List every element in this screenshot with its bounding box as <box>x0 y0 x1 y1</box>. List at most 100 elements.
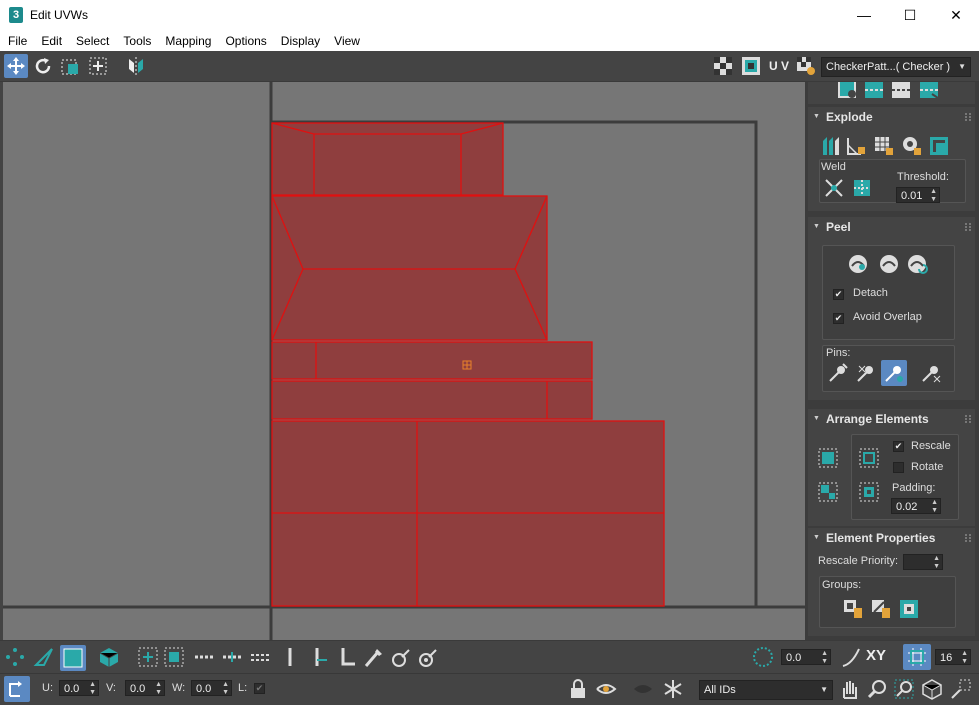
uv-viewport[interactable] <box>3 82 805 640</box>
select-group-icon[interactable] <box>898 598 920 620</box>
break-by-angle-icon[interactable] <box>845 135 867 157</box>
explode-title[interactable]: Explode <box>808 107 975 127</box>
xy-axis-button[interactable]: XY <box>866 647 886 664</box>
pan-hand-icon[interactable] <box>838 678 860 700</box>
reset-peel-icon[interactable] <box>906 253 928 275</box>
vertex-select-icon[interactable] <box>4 646 26 668</box>
texture-map-dropdown[interactable]: CheckerPatt...( Checker ) ▼ <box>821 57 971 77</box>
zoom-to-gizmo-icon[interactable] <box>950 678 972 700</box>
loop-shrink-icon[interactable] <box>249 646 271 668</box>
minimize-button[interactable]: — <box>841 0 887 30</box>
pack-uniform-icon[interactable] <box>858 481 880 503</box>
uv-axis-button[interactable]: U V <box>766 54 792 78</box>
drag-handle-icon[interactable] <box>965 415 971 423</box>
ring-shrink-icon[interactable] <box>336 646 358 668</box>
soft-selection-falloff-icon[interactable] <box>840 646 862 668</box>
padding-spinner[interactable]: 0.02 ▲ ▼ <box>891 498 941 514</box>
pack-normalize-icon[interactable] <box>817 447 839 469</box>
show-map-button[interactable] <box>739 54 763 78</box>
uv-shell-strip-1[interactable] <box>271 341 593 380</box>
uv-shell-trapezoid[interactable] <box>271 195 548 341</box>
break-by-polygroups-icon[interactable] <box>819 135 841 157</box>
show-hidden-icon[interactable] <box>595 678 617 700</box>
u-spinner[interactable]: 0.0 ▲ ▼ <box>59 680 99 696</box>
rotation-spinner[interactable]: 0.0 ▲ ▼ <box>781 649 831 665</box>
w-spinner[interactable]: 0.0 ▲ ▼ <box>191 680 232 696</box>
rescale-checkbox[interactable]: ✔ <box>893 441 904 452</box>
spinner-arrows-icon[interactable]: ▲ ▼ <box>821 650 828 666</box>
paint-grow-icon[interactable] <box>390 646 412 668</box>
snap-grid-button[interactable] <box>903 644 931 670</box>
arrange-title[interactable]: Arrange Elements <box>808 409 975 429</box>
grow-selection-icon[interactable] <box>137 646 159 668</box>
pack-together-icon[interactable] <box>817 481 839 503</box>
menu-file[interactable]: File <box>2 34 33 48</box>
spinner-arrows-icon[interactable]: ▲ ▼ <box>89 681 96 697</box>
zoom-extents-icon[interactable] <box>921 678 943 700</box>
pin-selected-icon[interactable] <box>855 362 877 384</box>
avoid-overlap-checkbox[interactable]: ✔ <box>833 313 844 324</box>
paint-select-icon[interactable] <box>362 646 384 668</box>
peel-title[interactable]: Peel <box>808 217 975 237</box>
rotation-dial-icon[interactable] <box>752 646 774 668</box>
freeform-tool-button[interactable] <box>58 54 82 78</box>
element-select-icon[interactable] <box>98 646 120 668</box>
menu-view[interactable]: View <box>328 34 366 48</box>
group-selected-icon[interactable] <box>842 598 864 620</box>
peel-mode-icon[interactable] <box>878 253 900 275</box>
shrink-selection-icon[interactable] <box>163 646 185 668</box>
unpin-icon[interactable] <box>920 362 942 384</box>
quick-peel-icon[interactable] <box>847 253 869 275</box>
loop-grow-icon[interactable] <box>221 646 243 668</box>
spherical-map-icon[interactable] <box>918 82 940 100</box>
drag-handle-icon[interactable] <box>965 223 971 231</box>
cylindrical-map-icon[interactable] <box>890 82 912 100</box>
grid-count-spinner[interactable]: 16 ▲ ▼ <box>935 649 971 665</box>
planar-map-icon[interactable] <box>863 82 885 100</box>
zoom-icon[interactable] <box>866 678 888 700</box>
checker-toggle-button[interactable] <box>711 54 735 78</box>
weld-selected-icon[interactable] <box>823 177 845 199</box>
rescale-priority-spinner[interactable]: ▲ ▼ <box>903 554 943 570</box>
command-panel[interactable]: Explode Weld Threshold: 0.01 ▲▼ Peel ✔ D… <box>805 82 979 640</box>
lock-uniform-checkbox[interactable]: ✔ <box>254 683 265 694</box>
scale-tool-button[interactable] <box>86 54 110 78</box>
spinner-arrows-icon[interactable]: ▲ ▼ <box>933 555 940 571</box>
uv-canvas[interactable] <box>3 82 805 640</box>
spinner-arrows-icon[interactable]: ▲ ▼ <box>931 499 938 515</box>
uv-shell-strip-2[interactable] <box>271 380 593 420</box>
break-by-smoothing-icon[interactable] <box>901 135 923 157</box>
menu-tools[interactable]: Tools <box>117 34 157 48</box>
menu-options[interactable]: Options <box>219 34 272 48</box>
spinner-arrows-icon[interactable]: ▲ ▼ <box>930 188 937 204</box>
freeze-icon[interactable] <box>662 678 684 700</box>
edit-pins-icon[interactable] <box>827 362 849 384</box>
weld-target-icon[interactable] <box>851 177 873 199</box>
element-properties-title[interactable]: Element Properties <box>808 528 975 548</box>
auto-pin-button[interactable] <box>881 360 907 386</box>
ring-grow-icon[interactable] <box>308 646 330 668</box>
menu-select[interactable]: Select <box>70 34 115 48</box>
material-id-dropdown[interactable]: All IDs ▼ <box>699 680 833 700</box>
v-spinner[interactable]: 0.0 ▲ ▼ <box>125 680 165 696</box>
detach-checkbox[interactable]: ✔ <box>833 289 844 300</box>
hide-selected-icon[interactable] <box>632 678 654 700</box>
menu-edit[interactable]: Edit <box>35 34 68 48</box>
ungroup-selected-icon[interactable] <box>870 598 892 620</box>
loop-select-icon[interactable] <box>193 646 215 668</box>
rotate-checkbox[interactable] <box>893 462 904 473</box>
spinner-arrows-icon[interactable]: ▲ ▼ <box>961 650 968 666</box>
zoom-region-icon[interactable] <box>893 678 915 700</box>
drag-handle-icon[interactable] <box>965 534 971 542</box>
drag-handle-icon[interactable] <box>965 113 971 121</box>
menu-display[interactable]: Display <box>275 34 326 48</box>
spinner-arrows-icon[interactable]: ▲ ▼ <box>222 681 229 697</box>
break-by-material-icon[interactable] <box>873 135 895 157</box>
mirror-tool-button[interactable] <box>124 54 148 78</box>
flatten-to-tile-icon[interactable] <box>928 135 950 157</box>
rotate-tool-button[interactable] <box>31 54 55 78</box>
ring-select-icon[interactable] <box>279 646 301 668</box>
absolute-offset-toggle[interactable] <box>4 676 30 702</box>
spinner-arrows-icon[interactable]: ▲ ▼ <box>155 681 162 697</box>
maximize-button[interactable]: ☐ <box>887 0 933 30</box>
